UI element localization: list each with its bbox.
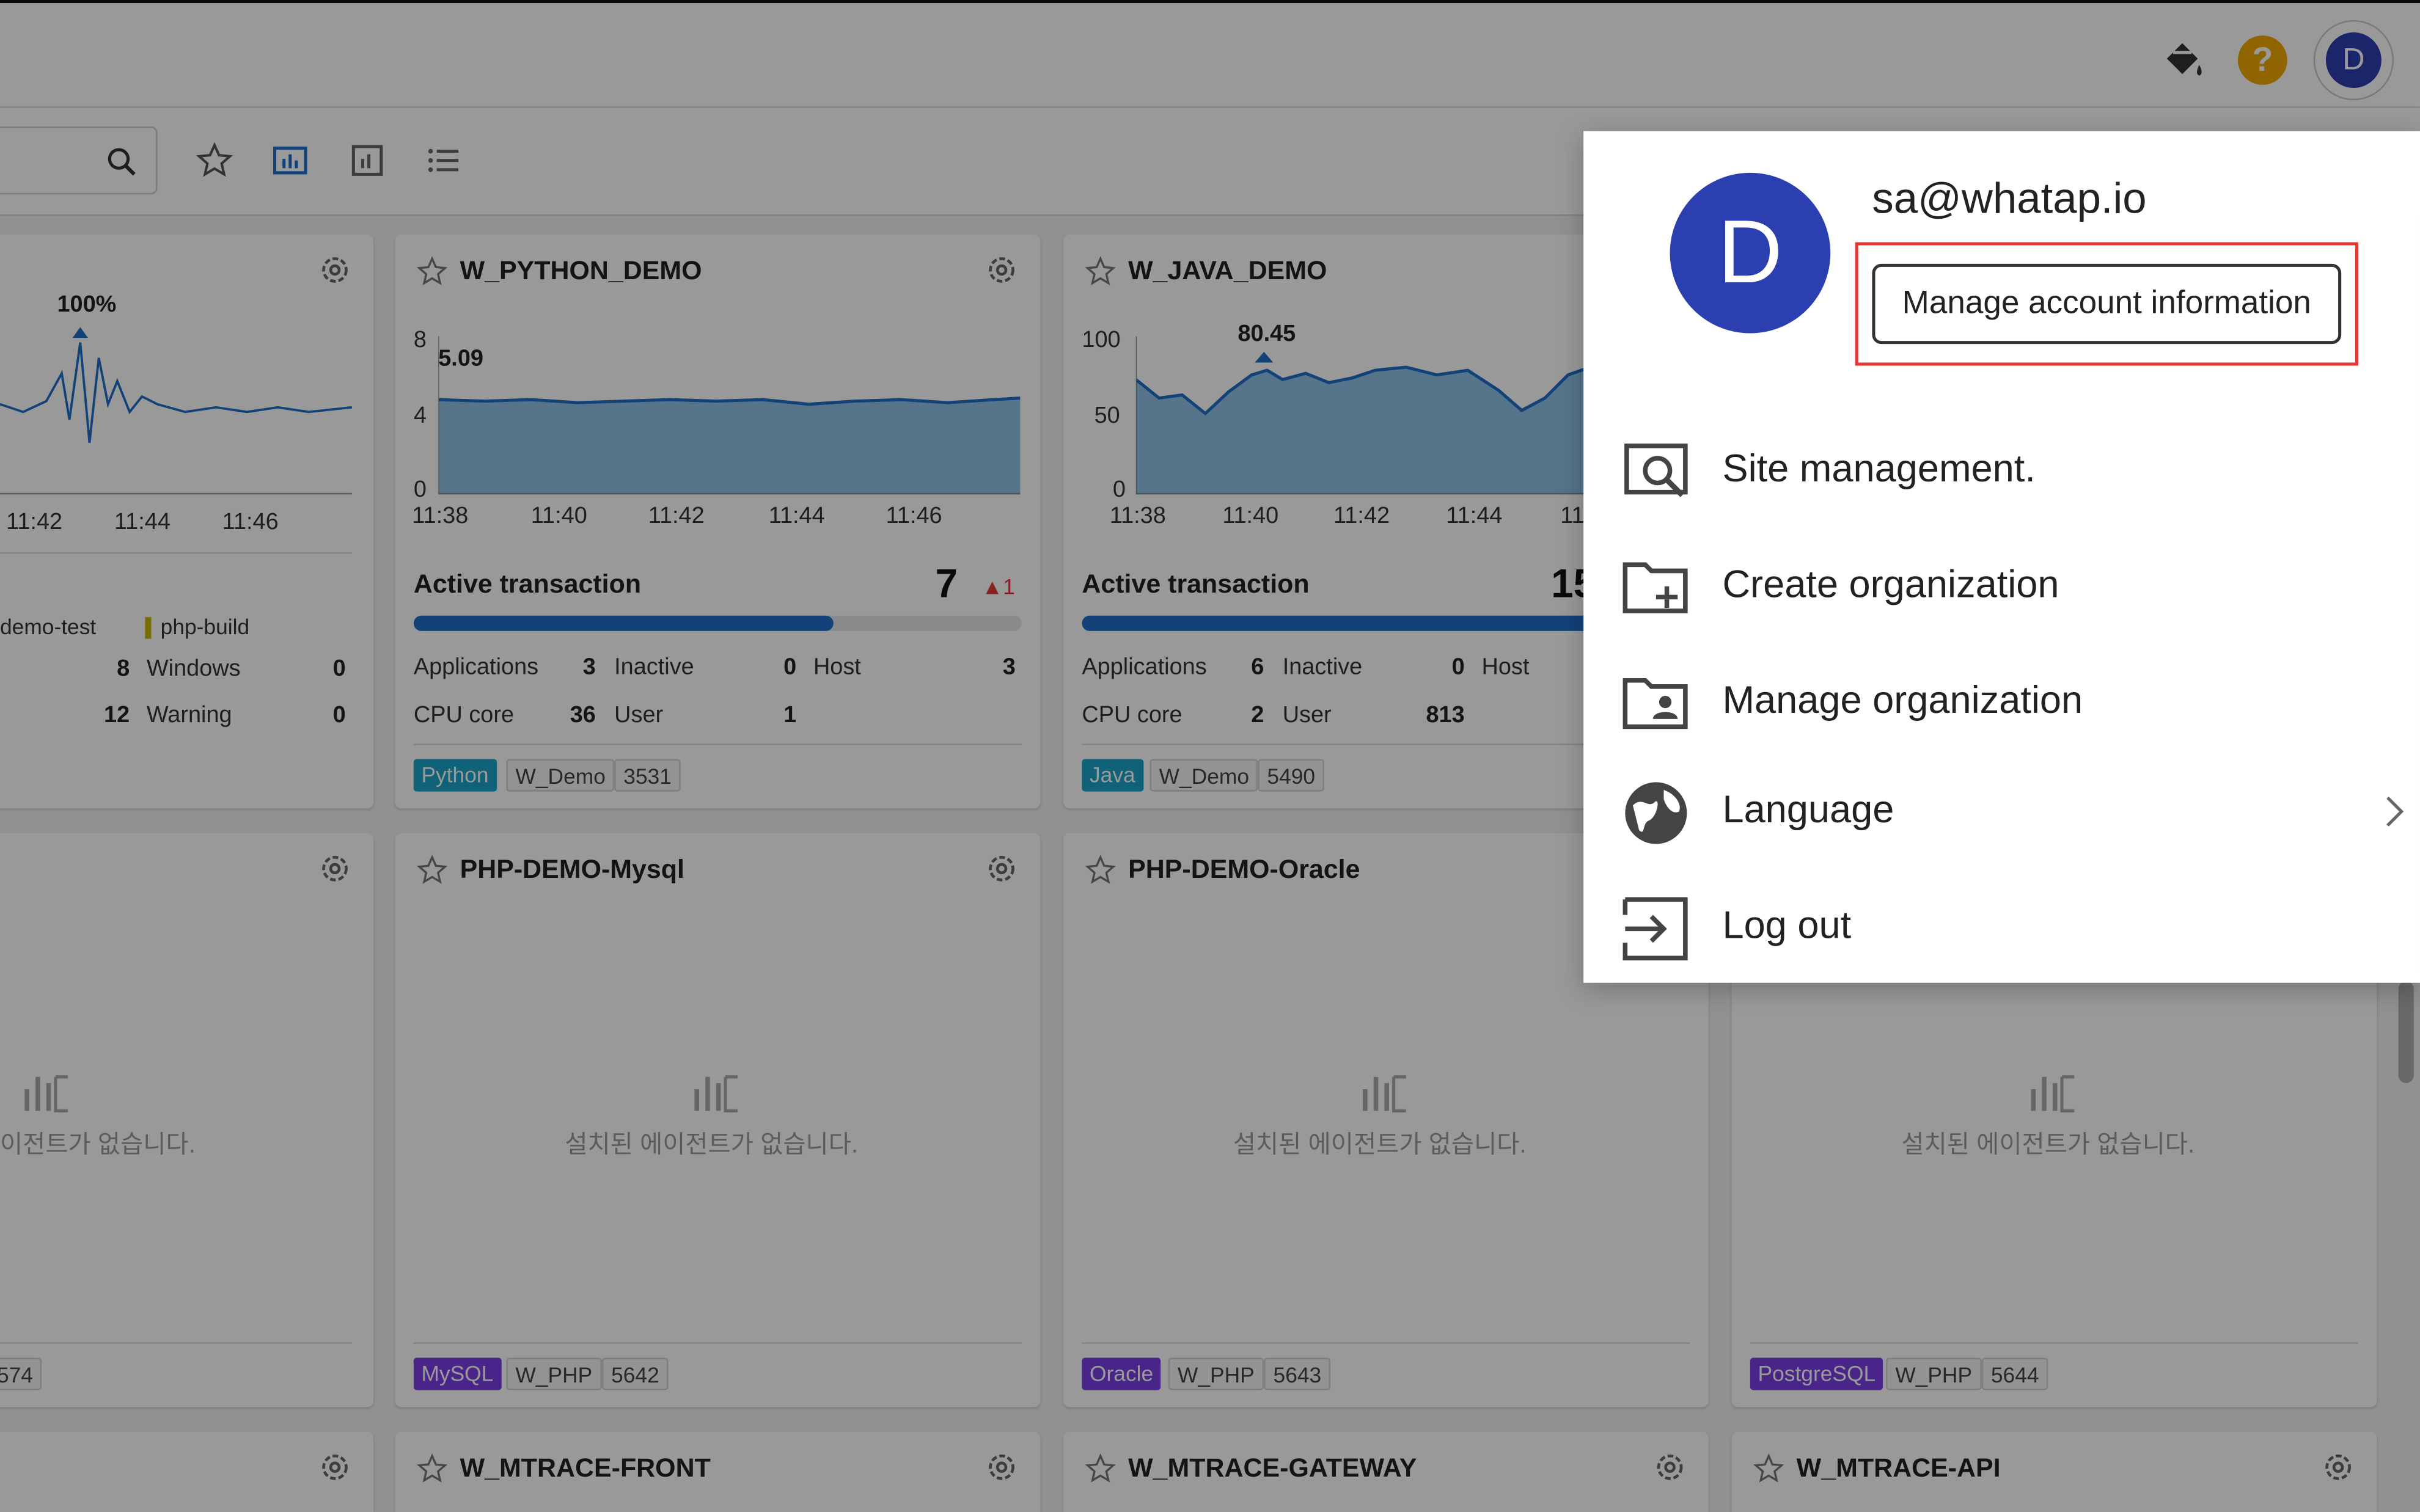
menu-item-label: Manage organization	[1722, 679, 2083, 722]
account-email: sa@whatap.io	[1872, 174, 2147, 222]
folder-add-icon	[1623, 562, 1688, 613]
chevron-right-icon	[2386, 796, 2404, 827]
globe-icon	[1625, 782, 1687, 844]
account-avatar: D	[1670, 172, 1831, 334]
menu-item-site-management[interactable]: Site management.	[1583, 421, 2420, 523]
menu-item-logout[interactable]: Log out	[1583, 878, 2420, 980]
logout-icon	[1623, 897, 1688, 961]
menu-item-label: Create organization	[1722, 563, 2059, 607]
menu-item-language[interactable]: Language	[1583, 762, 2420, 864]
menu-item-create-organization[interactable]: Create organization	[1583, 537, 2420, 639]
menu-item-manage-organization[interactable]: Manage organization	[1583, 652, 2420, 754]
manage-account-button[interactable]: Manage account information	[1872, 263, 2342, 345]
account-menu: D sa@whatap.io Manage account informatio…	[1583, 131, 2420, 983]
menu-item-label: Language	[1722, 788, 1894, 832]
menu-item-label: Log out	[1722, 904, 1852, 948]
folder-user-icon	[1623, 677, 1688, 729]
menu-item-label: Site management.	[1722, 447, 2036, 491]
site-search-icon	[1624, 444, 1688, 497]
